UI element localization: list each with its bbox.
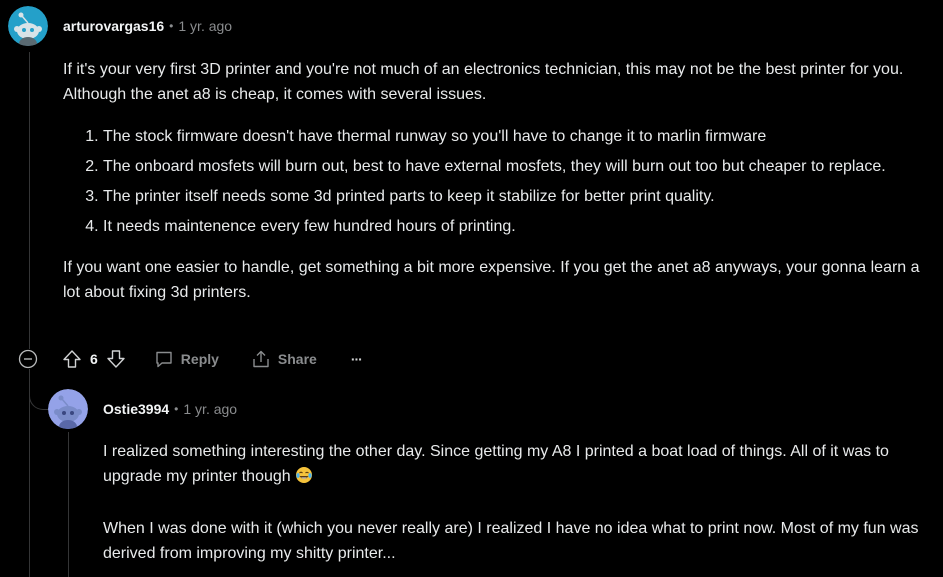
comment-body: If it's your very first 3D printer and y… <box>63 57 933 305</box>
reply-body: I realized something interesting the oth… <box>103 439 938 566</box>
reply-thread-line[interactable] <box>68 432 69 577</box>
list-item: The stock firmware doesn't have thermal … <box>103 124 933 149</box>
separator-dot: • <box>169 19 174 33</box>
share-label: Share <box>277 351 317 367</box>
snoo-avatar-icon <box>48 389 88 429</box>
more-options-button[interactable]: ··· <box>350 351 363 367</box>
reply-button[interactable]: Reply <box>154 349 219 369</box>
timestamp[interactable]: 1 yr. ago <box>183 401 237 417</box>
list-item: The onboard mosfets will burn out, best … <box>103 154 933 179</box>
reply-meta: Ostie3994 • 1 yr. ago <box>103 401 237 417</box>
more-options-icon: ··· <box>350 351 363 367</box>
username[interactable]: Ostie3994 <box>103 401 169 417</box>
list-item: The printer itself needs some 3d printed… <box>103 184 933 209</box>
share-button[interactable]: Share <box>251 349 317 369</box>
collapse-button[interactable] <box>18 349 38 369</box>
laughing-tears-emoji-icon <box>295 466 313 492</box>
comment-paragraph: If you want one easier to handle, get so… <box>63 259 920 301</box>
collapse-minus-icon <box>18 349 38 369</box>
reply-avatar[interactable] <box>48 389 88 429</box>
reply-connector <box>29 370 50 410</box>
vote-group: 6 <box>62 349 126 369</box>
comment-paragraph: If it's your very first 3D printer and y… <box>63 61 904 103</box>
snoo-avatar-icon <box>8 6 48 46</box>
list-item: It needs maintenence every few hundred h… <box>103 214 933 239</box>
avatar[interactable] <box>8 6 48 46</box>
reply-label: Reply <box>180 351 219 367</box>
downvote-button[interactable] <box>106 349 126 369</box>
reply-paragraph-text: I realized something interesting the oth… <box>103 443 889 485</box>
upvote-button[interactable] <box>62 349 82 369</box>
comment-meta: arturovargas16 • 1 yr. ago <box>63 18 232 34</box>
speech-bubble-icon <box>154 349 174 369</box>
timestamp[interactable]: 1 yr. ago <box>178 18 232 34</box>
vote-count: 6 <box>90 351 98 367</box>
thread-line[interactable] <box>29 52 30 577</box>
reply-paragraph: I realized something interesting the oth… <box>103 439 938 492</box>
separator-dot: • <box>174 402 179 416</box>
comment-action-bar: 6 Reply Share ··· <box>18 345 363 373</box>
reply-paragraph: When I was done with it (which you never… <box>103 520 919 562</box>
comment-thread: arturovargas16 • 1 yr. ago If it's your … <box>0 0 943 577</box>
upvote-arrow-icon <box>63 350 81 368</box>
share-icon <box>251 349 271 369</box>
username[interactable]: arturovargas16 <box>63 18 164 34</box>
downvote-arrow-icon <box>107 350 125 368</box>
comment-list: The stock firmware doesn't have thermal … <box>63 124 933 239</box>
